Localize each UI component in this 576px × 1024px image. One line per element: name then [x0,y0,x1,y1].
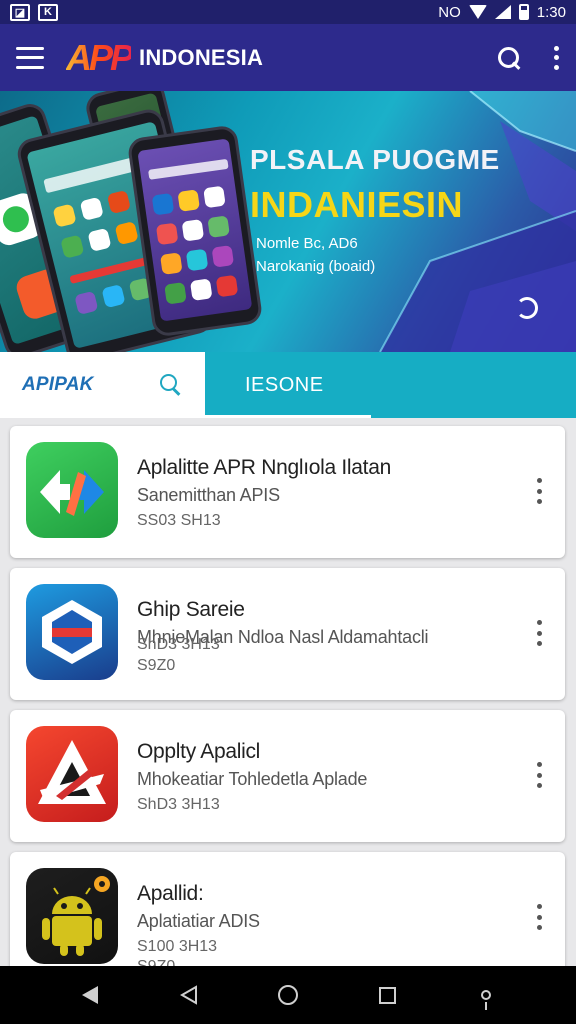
app-subtitle: Sanemitthan APIS [137,485,280,505]
wifi-icon [468,5,487,19]
recents-icon[interactable] [372,980,402,1010]
app-title: Opplty Apalicl [137,740,261,763]
app-meta: S100 3H13 [137,938,218,955]
android-app-icon [26,868,118,964]
more-options-icon[interactable] [534,904,544,930]
app-subtitle: Mhokeatiar Tohledetla Aplade [137,769,368,789]
app-meta: SS03 SH13 [137,512,221,529]
more-options-icon[interactable] [534,762,544,788]
back-icon[interactable] [174,980,204,1010]
tab-apipak[interactable]: APIPAK [0,352,205,418]
app-title: INDONESIA [139,44,264,70]
status-bar: ◪ K NO 1:30 [0,0,576,24]
search-icon[interactable] [159,373,183,397]
arrows-app-icon [26,442,118,538]
app-title: Aplalitte APR Nnglıola Ilatan [137,456,391,479]
refresh-icon[interactable] [516,297,538,319]
app-title: Apallid: [137,882,204,905]
battery-icon [518,4,529,20]
list-item[interactable]: Aplalitte APR Nnglıola Ilatan Sanemittha… [10,426,565,558]
app-notification-icon: K [38,3,58,21]
app-notification-icon: ◪ [10,3,30,21]
list-item[interactable]: Ghip Sareie MhnieMalan Ndloa Nasl Aldama… [10,568,565,700]
system-nav-bar [0,966,576,1024]
app-meta: S9Z0 [137,958,175,966]
banner-text-line: Nomle Bc, AD6 [256,235,358,252]
app-list: Aplalitte APR Nnglıola Ilatan Sanemittha… [0,418,576,966]
list-item[interactable]: Opplty Apalicl Mhokeatiar Tohledetla Apl… [10,710,565,842]
banner-text-line: Narokanig (boaid) [256,258,376,275]
assistant-icon[interactable] [471,980,501,1010]
app-meta: ShD3 3H13 [137,636,220,653]
clock: 1:30 [536,3,566,21]
tab-iesone[interactable]: IESONE [205,352,576,418]
banner-subtitle: INDANIESIN [250,184,464,225]
network-type: NO [438,3,461,21]
tab-label: IESONE [245,373,324,396]
hamburger-menu-icon[interactable] [16,46,44,69]
app-bar: APP INDONESIA [0,24,576,91]
triangle-app-icon [26,726,118,822]
app-subtitle: Aplatiatiar ADIS [137,911,260,931]
app-meta: ShD3 3H13 [137,796,220,813]
signal-icon [494,5,511,19]
app-logo: APP [66,36,134,78]
shield-app-icon [26,584,118,680]
promo-banner[interactable]: PLSALA PUOGME INDANIESIN Nomle Bc, AD6 N… [0,91,576,352]
more-options-icon[interactable] [534,478,544,504]
search-icon[interactable] [496,45,522,71]
tab-label: APIPAK [22,374,94,395]
tab-bar: APIPAK IESONE [0,352,576,418]
list-item[interactable]: Apallid: Aplatiatiar ADIS S100 3H13 S9Z0 [10,852,565,966]
more-options-icon[interactable] [534,620,544,646]
banner-title: PLSALA PUOGME [250,144,500,175]
more-options-icon[interactable] [552,45,560,70]
home-icon[interactable] [273,980,303,1010]
back-fill-icon[interactable] [75,980,105,1010]
app-title: Ghip Sareie [137,598,245,621]
app-meta: S9Z0 [137,657,176,674]
